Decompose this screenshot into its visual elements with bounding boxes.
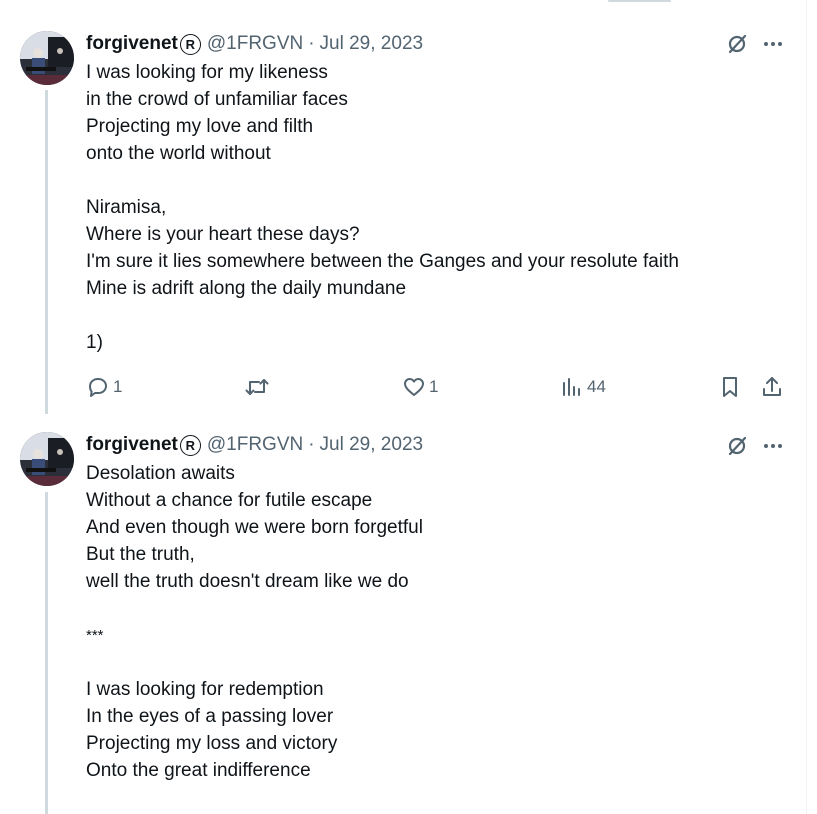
tweet-text-line: Niramisa, — [86, 197, 167, 218]
column-border — [806, 0, 807, 814]
thread-line — [45, 90, 48, 414]
views-count: 44 — [587, 377, 606, 396]
registered-badge-icon: R — [179, 434, 201, 456]
separator: · — [308, 434, 315, 455]
like-count: 1 — [429, 377, 439, 396]
views-button[interactable]: 44 — [560, 372, 606, 402]
author-handle[interactable]: @1FRGVN — [207, 33, 303, 55]
tweet-header: forgivenet R @1FRGVN · Jul 29, 2023 — [86, 31, 423, 57]
tweet-text-line: Mine is adrift along the daily mundane — [86, 278, 407, 299]
like-icon — [404, 378, 424, 396]
tweet-text-line: Projecting my love and filth — [86, 116, 314, 137]
grok-icon[interactable] — [724, 31, 750, 57]
tweet-text-line: And even though we were born forgetful — [86, 517, 423, 538]
repost-button[interactable] — [244, 372, 273, 402]
grok-icon[interactable] — [724, 433, 750, 459]
bookmark-icon — [723, 377, 737, 397]
tweet-text-line: 1) — [86, 332, 103, 353]
tweet-date[interactable]: Jul 29, 2023 — [320, 33, 424, 55]
tweet-text-line: in the crowd of unfamiliar faces — [86, 89, 348, 110]
reply-count: 1 — [113, 377, 123, 396]
tweet-text-line: I'm sure it lies somewhere between the G… — [86, 251, 679, 272]
author-name[interactable]: forgivenet — [86, 33, 178, 55]
tweet-text-line: *** — [86, 627, 104, 644]
repost-icon — [245, 379, 269, 395]
tweet-text-line: Desolation awaits — [86, 463, 235, 484]
registered-badge-icon: R — [179, 33, 201, 55]
tweet-date[interactable]: Jul 29, 2023 — [320, 434, 424, 456]
tweet[interactable]: forgivenet R @1FRGVN · Jul 29, 2023 Deso… — [0, 414, 806, 814]
views-icon — [563, 378, 580, 396]
tweet-text-line: But the truth, — [86, 544, 195, 565]
tweet-text-line: In the eyes of a passing lover — [86, 706, 334, 727]
share-button[interactable] — [760, 372, 784, 402]
reply-icon — [89, 378, 107, 397]
tweet-text-line: Onto the great indifference — [86, 760, 311, 781]
tweet[interactable]: forgivenet R @1FRGVN · Jul 29, 2023 I wa… — [0, 0, 806, 414]
tweet-header: forgivenet R @1FRGVN · Jul 29, 2023 — [86, 432, 423, 458]
tweet-text-line: I was looking for redemption — [86, 679, 324, 700]
author-name[interactable]: forgivenet — [86, 434, 178, 456]
separator: · — [308, 33, 315, 54]
thread-line — [45, 492, 48, 814]
bookmark-button[interactable] — [718, 372, 742, 402]
avatar[interactable] — [20, 31, 74, 85]
tweet-text-line: Projecting my loss and victory — [86, 733, 338, 754]
more-icon[interactable] — [760, 433, 786, 459]
tweet-text-line: Where is your heart these days? — [86, 224, 360, 245]
tweet-actions: 1 1 44 — [86, 372, 786, 402]
reply-button[interactable]: 1 — [86, 372, 122, 402]
tweet-text-line: well the truth doesn't dream like we do — [86, 571, 409, 592]
share-icon — [763, 377, 781, 396]
tweet-text-line: Without a chance for futile escape — [86, 490, 373, 511]
tweet-text-line: onto the world without — [86, 143, 271, 164]
more-icon[interactable] — [760, 31, 786, 57]
avatar[interactable] — [20, 432, 74, 486]
author-handle[interactable]: @1FRGVN — [207, 434, 303, 456]
tweet-text-line: I was looking for my likeness — [86, 62, 328, 83]
like-button[interactable]: 1 — [402, 372, 438, 402]
